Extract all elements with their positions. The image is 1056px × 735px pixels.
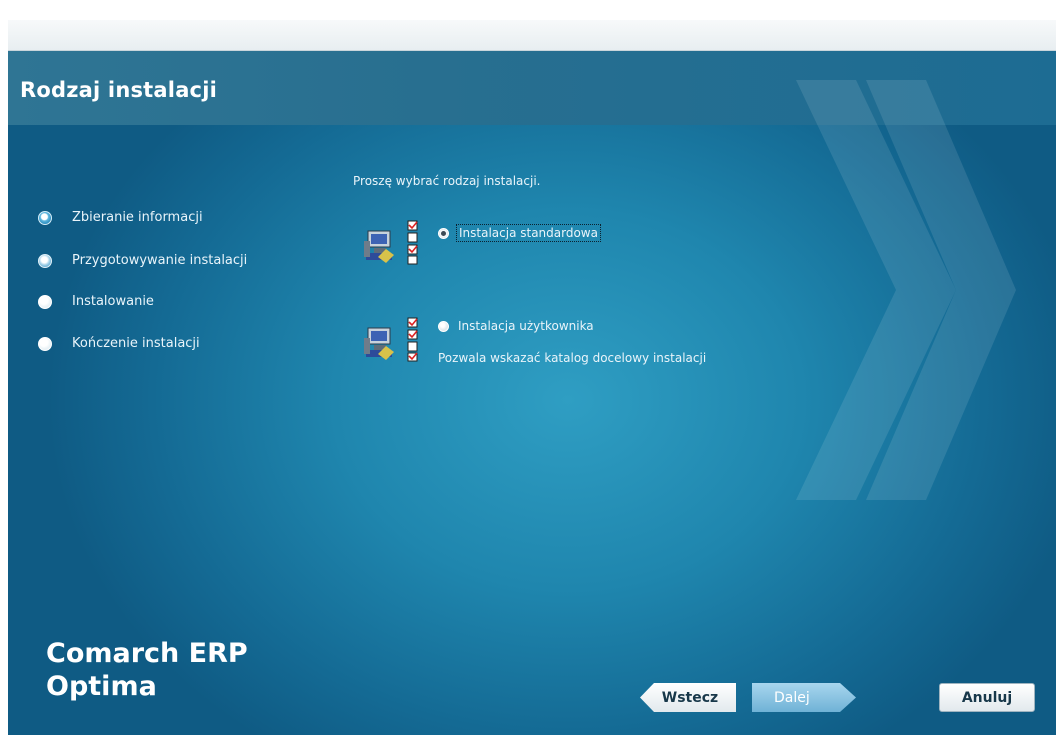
step-label: Kończenie instalacji [72,336,200,351]
option-standard[interactable]: Instalacja standardowa [438,224,601,242]
install-type-prompt: Proszę wybrać rodzaj instalacji. [353,174,541,188]
option-user-description: Pozwala wskazać katalog docelowy instala… [438,351,707,365]
step-installing: Instalowanie [38,294,154,309]
install-checklist-icon [364,317,418,362]
install-checklist-icon [364,220,418,265]
step-preparing: Przygotowywanie instalacji [38,253,247,268]
radio-user[interactable] [438,320,449,332]
next-button[interactable]: Dalej [752,683,856,712]
step-pending-icon [38,294,52,309]
step-label: Zbieranie informacji [72,210,203,225]
step-pending-icon [38,336,52,351]
step-label: Instalowanie [72,294,154,309]
brand-line-2: Optima [46,671,157,702]
step-active-icon [38,210,52,225]
brand-logo-text: Comarch ERP Optima [46,637,248,703]
step-label: Przygotowywanie instalacji [72,253,248,268]
option-standard-label[interactable]: Instalacja standardowa [456,224,601,242]
brand-line-1: Comarch ERP [46,638,248,669]
back-button[interactable]: Wstecz [640,683,736,712]
step-finishing: Kończenie instalacji [38,336,200,351]
installer-window: Rodzaj instalacji Zbieranie informacji P… [8,20,1056,735]
title-bar [8,20,1056,51]
option-user-label[interactable]: Instalacja użytkownika [458,319,594,333]
step-pending-icon [38,253,52,268]
step-gathering-info: Zbieranie informacji [38,210,203,225]
radio-standard[interactable] [438,227,449,239]
chevron-decoration [796,80,1016,500]
cancel-button[interactable]: Anuluj [939,683,1035,712]
option-user[interactable]: Instalacja użytkownika [438,319,594,333]
page-title: Rodzaj instalacji [20,78,218,102]
